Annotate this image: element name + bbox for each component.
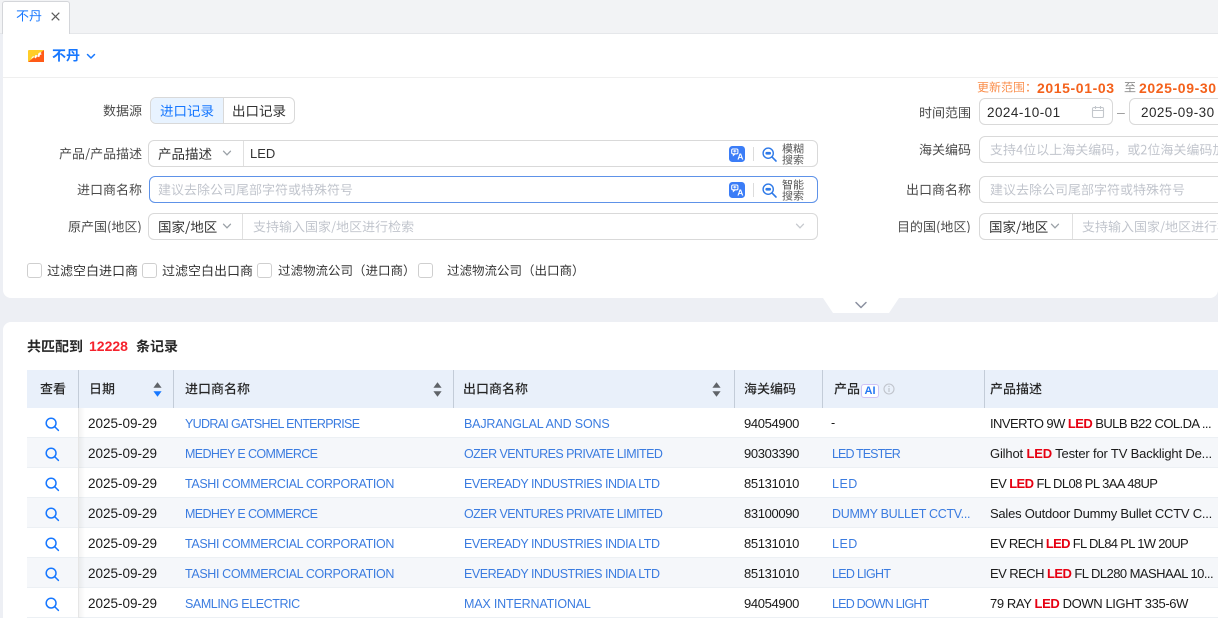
svg-text:A: A bbox=[737, 151, 743, 161]
svg-text:A: A bbox=[737, 187, 743, 197]
